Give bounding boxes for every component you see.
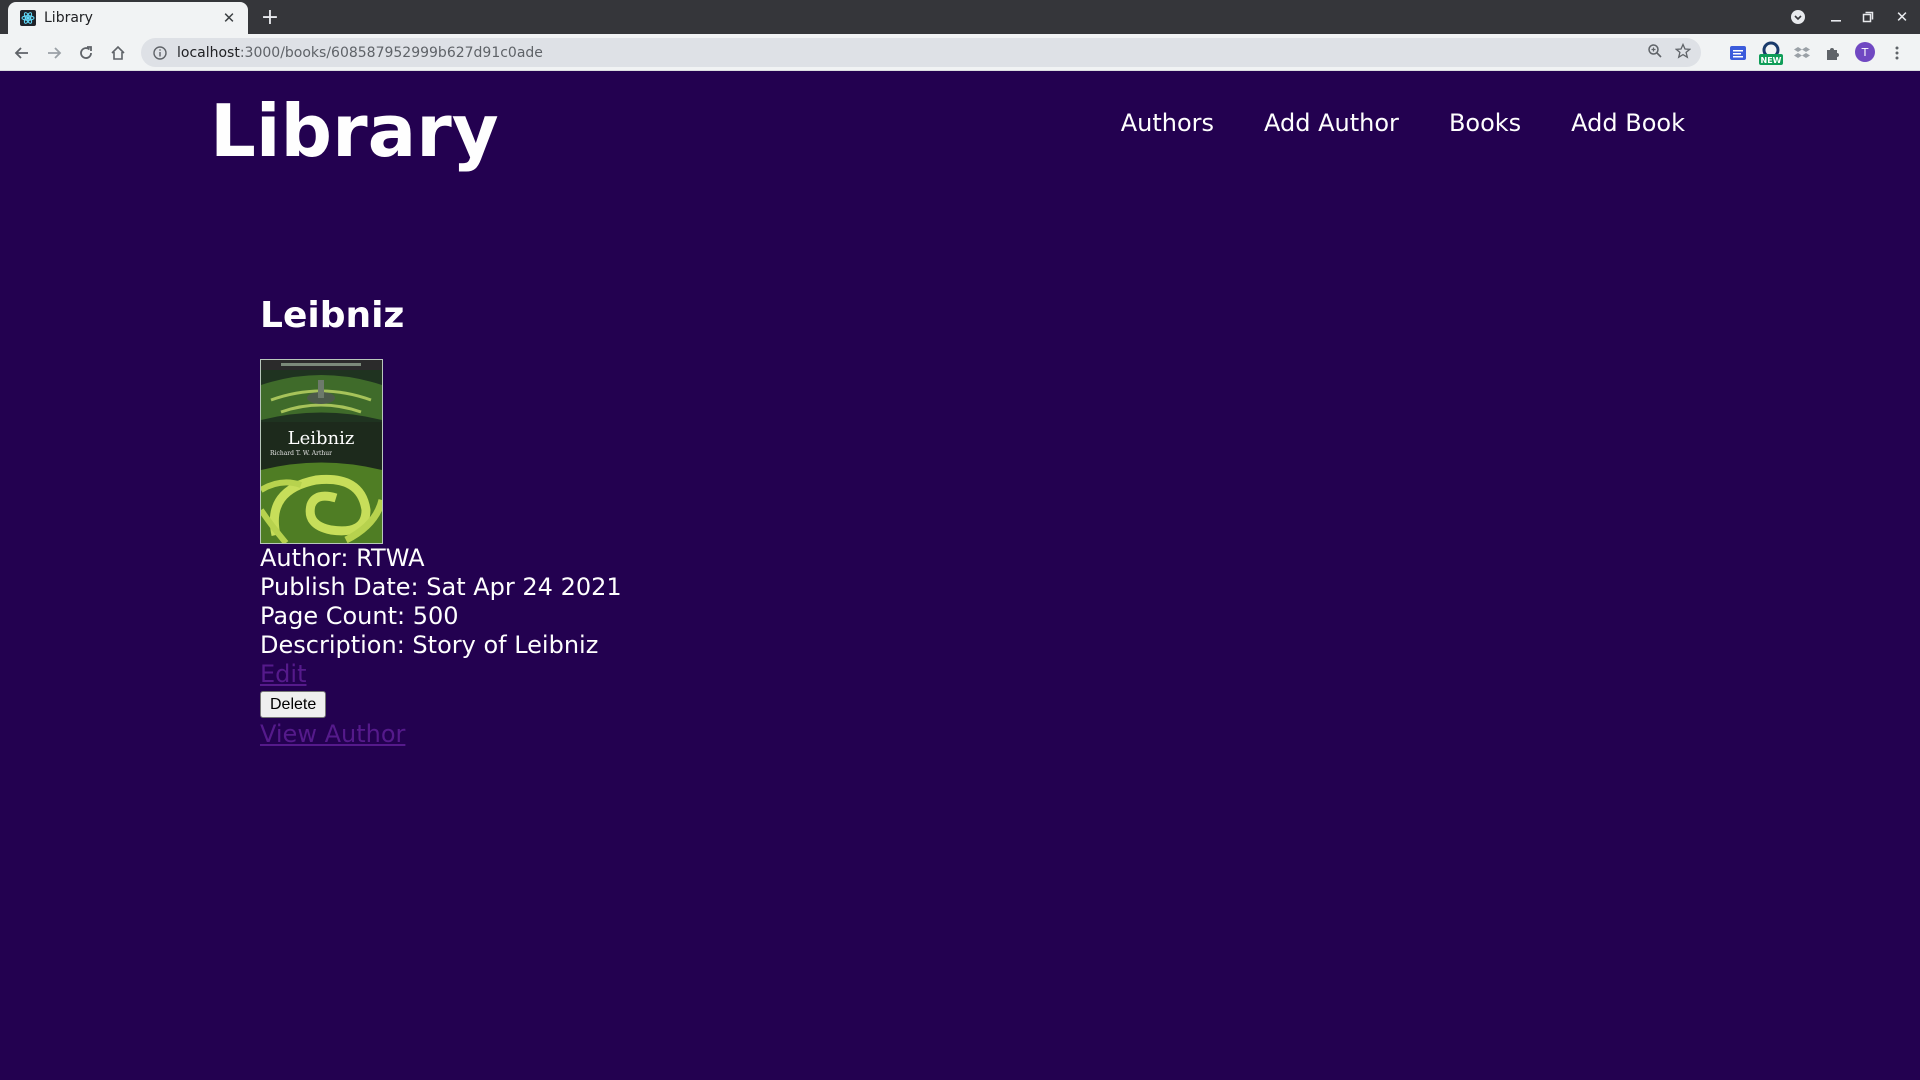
profile-initial: T [1861, 46, 1869, 59]
delete-button[interactable]: Delete [260, 691, 327, 719]
zoom-icon[interactable] [1647, 43, 1663, 63]
new-tab-plus-icon[interactable]: + [258, 5, 282, 30]
nav-add-author[interactable]: Add Author [1264, 109, 1399, 137]
profile-avatar[interactable]: T [1853, 40, 1877, 64]
url-path: :3000/books/608587952999b627d91c0ade [239, 44, 543, 61]
back-arrow-icon[interactable] [8, 39, 36, 67]
minimize-icon[interactable] [1820, 0, 1852, 34]
page-count-value: 500 [412, 602, 459, 631]
nav-books[interactable]: Books [1449, 109, 1521, 137]
main-nav: Authors Add Author Books Add Book [1121, 109, 1685, 137]
reload-icon[interactable] [72, 39, 100, 67]
reader-extension-icon[interactable] [1726, 41, 1750, 65]
browser-toolbar: localhost:3000/books/608587952999b627d91… [0, 34, 1920, 71]
description-row: Description: Story of Leibniz [260, 631, 622, 660]
description-label: Description: [260, 631, 405, 660]
close-window-icon[interactable]: ✕ [1886, 0, 1918, 34]
tab-search-icon[interactable] [1782, 0, 1814, 34]
publish-date-row: Publish Date: Sat Apr 24 2021 [260, 573, 622, 602]
new-extension-icon[interactable]: NEW [1757, 39, 1785, 67]
browser-menu-icon[interactable] [1885, 41, 1909, 65]
forward-arrow-icon[interactable] [40, 39, 68, 67]
cover-author: Richard T. W. Arthur [270, 450, 332, 457]
home-icon[interactable] [104, 39, 132, 67]
author-value: RTWA [356, 544, 425, 573]
url-host: localhost [177, 44, 240, 61]
new-badge-text: NEW [1761, 56, 1782, 65]
book-details: Leibniz Leibniz Richard T. W. Arthur Aut… [260, 291, 622, 749]
tab-title: Library [44, 10, 93, 26]
bookmark-star-icon[interactable] [1674, 42, 1692, 63]
restore-icon[interactable] [1852, 0, 1884, 34]
edit-link[interactable]: Edit [260, 660, 306, 689]
page-viewport: Library Authors Add Author Books Add Boo… [0, 71, 1920, 1080]
publish-date-label: Publish Date: [260, 573, 419, 602]
author-row: Author: RTWA [260, 544, 622, 573]
dropbox-extension-icon[interactable] [1790, 41, 1814, 65]
view-author-link[interactable]: View Author [260, 720, 405, 749]
site-info-icon[interactable] [151, 44, 169, 62]
nav-authors[interactable]: Authors [1121, 109, 1214, 137]
page-count-label: Page Count: [260, 602, 406, 631]
browser-tab-strip: Library ✕ + ✕ [0, 0, 1920, 34]
author-label: Author: [260, 544, 349, 573]
address-bar[interactable]: localhost:3000/books/608587952999b627d91… [141, 38, 1701, 67]
react-favicon-icon [20, 10, 36, 26]
nav-add-book[interactable]: Add Book [1571, 109, 1685, 137]
book-title: Leibniz [260, 295, 405, 336]
book-cover-image: Leibniz Richard T. W. Arthur [260, 359, 383, 545]
extensions-puzzle-icon[interactable] [1821, 41, 1845, 65]
page-count-row: Page Count: 500 [260, 602, 622, 631]
browser-tab[interactable]: Library ✕ [8, 2, 248, 34]
url-text: localhost:3000/books/608587952999b627d91… [177, 45, 1647, 61]
publish-date-value: Sat Apr 24 2021 [426, 573, 622, 602]
description-value: Story of Leibniz [412, 631, 599, 660]
site-title[interactable]: Library [210, 81, 499, 182]
close-tab-icon[interactable]: ✕ [220, 9, 238, 27]
cover-title: Leibniz [288, 428, 355, 449]
